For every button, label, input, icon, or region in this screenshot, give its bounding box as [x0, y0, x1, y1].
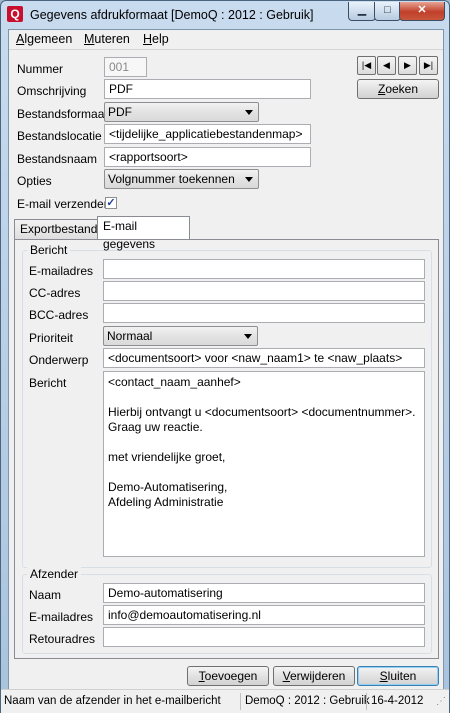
- bericht-label: Bericht: [29, 376, 67, 390]
- chevron-down-icon: [244, 334, 252, 339]
- body-line: Graag uw reactie.: [108, 420, 203, 434]
- menu-bar: Algemeen Muteren Help: [9, 30, 443, 50]
- afzender-naam-field[interactable]: Demo-automatisering: [103, 583, 425, 603]
- previous-record-button[interactable]: ◀: [377, 56, 396, 75]
- onderwerp-field[interactable]: <documentsoort> voor <naw_naam1> te <naw…: [103, 348, 425, 368]
- body-line: [108, 435, 420, 450]
- retouradres-label: Retouradres: [29, 632, 96, 646]
- menu-muteren-label: uteren: [94, 32, 130, 46]
- email-gegevens-panel: Bericht E-mailadres CC-adres BCC-adres P…: [14, 239, 439, 659]
- bestandsnaam-label: Bestandsnaam: [17, 152, 98, 166]
- zoeken-label: oeken: [385, 82, 419, 96]
- maximize-icon: □: [384, 4, 391, 16]
- status-date: 16-4-2012: [371, 695, 424, 707]
- close-icon: ✕: [417, 4, 427, 16]
- prioriteit-value: Normaal: [107, 329, 153, 343]
- menu-algemeen[interactable]: Algemeen: [16, 32, 72, 46]
- status-hint: Naam van de afzender in het e-mailberich…: [4, 695, 221, 707]
- tab-exportbestand[interactable]: Exportbestand: [14, 219, 98, 239]
- next-icon: ▶: [404, 60, 411, 70]
- first-record-button[interactable]: |◀: [357, 56, 376, 75]
- body-line: Demo-Automatisering,: [108, 480, 228, 494]
- menu-muteren-accel: M: [84, 32, 95, 46]
- prioriteit-label: Prioriteit: [29, 331, 74, 345]
- afzender-group-title: Afzender: [27, 567, 82, 581]
- first-icon: |◀: [361, 60, 372, 70]
- menu-help[interactable]: Help: [143, 32, 169, 46]
- maximize-button[interactable]: □: [374, 2, 401, 21]
- bericht-group-title: Bericht: [27, 243, 71, 257]
- sluiten-label: luiten: [387, 669, 417, 683]
- afzender-emailadres-label: E-mailadres: [29, 610, 94, 624]
- verwijderen-button[interactable]: Verwijderen: [273, 666, 355, 686]
- close-button[interactable]: ✕: [399, 2, 445, 21]
- application-window: Q Gegevens afdrukformaat [DemoQ : 2012 :…: [0, 0, 450, 713]
- size-grip-icon[interactable]: ⋰: [436, 692, 446, 711]
- opties-value: Volgnummer toekennen: [108, 172, 235, 186]
- bestandsformaat-label: Bestandsformaat: [17, 107, 108, 121]
- body-line: met vriendelijke groet,: [108, 450, 226, 464]
- bericht-emailadres-field[interactable]: [103, 259, 425, 279]
- bestandslocatie-label: Bestandslocatie: [17, 129, 102, 143]
- bcc-label: BCC-adres: [29, 308, 89, 322]
- nummer-field[interactable]: 001: [104, 57, 147, 77]
- cc-label: CC-adres: [29, 286, 81, 300]
- tab-email-gegevens[interactable]: E-mail gegevens: [97, 216, 190, 251]
- app-logo-icon: Q: [7, 6, 23, 22]
- minimize-button[interactable]: ▁: [348, 2, 376, 21]
- sluiten-accel: S: [379, 669, 388, 683]
- prioriteit-select[interactable]: Normaal: [103, 326, 258, 346]
- menu-help-accel: H: [143, 32, 153, 46]
- status-database: DemoQ : 2012 : Gebruik: [245, 695, 370, 707]
- omschrijving-field[interactable]: PDF: [104, 79, 311, 99]
- verwijderen-accel: V: [282, 669, 290, 683]
- body-line: Afdeling Administratie: [108, 495, 224, 509]
- body-line: [108, 390, 420, 405]
- bestandsformaat-select[interactable]: PDF: [104, 102, 259, 122]
- opties-label: Opties: [17, 174, 52, 188]
- checkmark-icon: ✓: [106, 197, 116, 209]
- status-separator: [240, 693, 241, 710]
- body-line: <contact_naam_aanhef>: [108, 375, 241, 389]
- omschrijving-label: Omschrijving: [17, 84, 87, 98]
- body-line: Hierbij ontvangt u <documentsoort> <docu…: [108, 405, 416, 419]
- toevoegen-button[interactable]: Toevoegen: [187, 666, 269, 686]
- bericht-emailadres-label: E-mailadres: [29, 264, 94, 278]
- toevoegen-label: oevoegen: [204, 669, 258, 683]
- client-area: Algemeen Muteren Help Nummer 001 |◀ ◀ ▶ …: [8, 29, 444, 690]
- email-verzenden-checkbox[interactable]: ✓: [105, 197, 117, 209]
- verwijderen-label: erwijderen: [289, 669, 346, 683]
- status-separator: [366, 693, 367, 710]
- retouradres-field[interactable]: [103, 627, 425, 647]
- opties-select[interactable]: Volgnummer toekennen: [104, 169, 259, 189]
- chevron-down-icon: [245, 177, 253, 182]
- menu-algemeen-label: lgemeen: [24, 32, 73, 46]
- bcc-field[interactable]: [103, 303, 425, 323]
- title-bar[interactable]: Q Gegevens afdrukformaat [DemoQ : 2012 :…: [1, 1, 449, 29]
- nummer-label: Nummer: [17, 62, 64, 76]
- last-icon: ▶|: [423, 60, 434, 70]
- bestandslocatie-field[interactable]: <tijdelijke_applicatiebestandenmap>: [104, 124, 311, 144]
- minimize-icon: ▁: [357, 4, 367, 16]
- window-title: Gegevens afdrukformaat [DemoQ : 2012 : G…: [30, 8, 314, 22]
- body-line: [108, 465, 420, 480]
- menu-muteren[interactable]: Muteren: [84, 32, 130, 46]
- cc-field[interactable]: [103, 281, 425, 301]
- email-verzenden-label: E-mail verzenden: [17, 197, 111, 211]
- sluiten-button[interactable]: Sluiten: [357, 666, 439, 686]
- menu-help-label: elp: [152, 32, 169, 46]
- last-record-button[interactable]: ▶|: [419, 56, 438, 75]
- next-record-button[interactable]: ▶: [398, 56, 417, 75]
- bestandsformaat-value: PDF: [108, 105, 132, 119]
- chevron-down-icon: [245, 110, 253, 115]
- status-bar: Naam van de afzender in het e-mailberich…: [1, 689, 449, 713]
- bestandsnaam-field[interactable]: <rapportsoort>: [104, 147, 311, 167]
- bericht-textarea[interactable]: <contact_naam_aanhef> Hierbij ontvangt u…: [103, 371, 425, 557]
- afzender-emailadres-field[interactable]: info@demoautomatisering.nl: [103, 605, 425, 625]
- afzender-naam-label: Naam: [29, 588, 62, 602]
- onderwerp-label: Onderwerp: [29, 353, 89, 367]
- previous-icon: ◀: [383, 60, 390, 70]
- zoeken-button[interactable]: Zoeken: [357, 79, 439, 99]
